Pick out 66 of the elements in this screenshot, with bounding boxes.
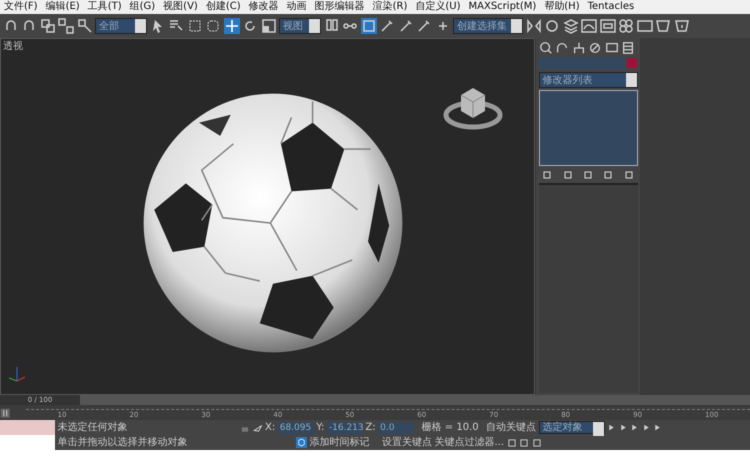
- window-crossing-icon[interactable]: [205, 18, 221, 34]
- display-tab-icon[interactable]: [604, 40, 618, 54]
- key-target-dropdown[interactable]: 选定对象: [538, 421, 605, 434]
- pivot-icon[interactable]: [324, 18, 340, 34]
- modifier-list-dropdown[interactable]: 修改器列表: [538, 72, 638, 88]
- coordinate-field[interactable]: 68.095: [278, 422, 314, 434]
- scale-icon[interactable]: [260, 18, 276, 34]
- hierarchy-tab-icon[interactable]: [572, 40, 586, 54]
- prompt-line: 单击并拖动以选择并移动对象: [58, 436, 188, 450]
- named-selection-dropdown[interactable]: 创建选择集: [453, 18, 523, 34]
- layers-icon[interactable]: [562, 18, 578, 34]
- keyboard-shortcut-icon[interactable]: [360, 18, 376, 34]
- menu-item[interactable]: 组(G): [126, 0, 160, 14]
- object-color-swatch[interactable]: [627, 58, 637, 68]
- mirror-icon[interactable]: [526, 18, 542, 34]
- menu-item[interactable]: 创建(C): [202, 0, 245, 14]
- menu-item[interactable]: 文件(F): [0, 0, 42, 14]
- modify-tab-icon[interactable]: [555, 40, 569, 54]
- viewport-label[interactable]: 透视: [1, 41, 25, 52]
- key-mode-icon[interactable]: [0, 408, 12, 420]
- create-tab-icon[interactable]: [538, 40, 552, 54]
- menu-item[interactable]: MAXScript(M): [464, 0, 540, 14]
- bind-icon[interactable]: [76, 18, 92, 34]
- snap-icon[interactable]: [379, 18, 395, 34]
- menu-item[interactable]: 渲染(R): [368, 0, 412, 14]
- menu-item[interactable]: 修改器: [244, 0, 283, 14]
- auto-key-button[interactable]: 自动关键点: [486, 420, 536, 435]
- rect-select-icon[interactable]: [186, 18, 202, 34]
- material-editor-icon[interactable]: [618, 18, 634, 34]
- render-icon[interactable]: [674, 18, 690, 34]
- play-icon[interactable]: [630, 423, 640, 432]
- menu-item[interactable]: 工具(T): [84, 0, 126, 14]
- reference-coordinate-dropdown[interactable]: 视图: [279, 18, 321, 34]
- key-filters-button[interactable]: 关键点过滤器...: [434, 435, 504, 450]
- selection-status: 未选定任何对象: [58, 420, 128, 435]
- axis-label: Y:: [316, 421, 324, 435]
- menu-item[interactable]: 图形编辑器: [310, 0, 369, 14]
- coordinate-field[interactable]: -16.213: [326, 422, 363, 434]
- modifier-stack-list[interactable]: [538, 90, 638, 166]
- object-name-field[interactable]: [538, 57, 624, 69]
- add-time-tag-button[interactable]: 添加时间标记: [310, 435, 370, 450]
- unlink-icon[interactable]: [58, 18, 74, 34]
- motion-tab-icon[interactable]: [588, 40, 602, 54]
- axis-label: X:: [265, 421, 276, 435]
- set-key-button[interactable]: 设置关键点: [382, 435, 432, 450]
- time-tag-icon[interactable]: [296, 437, 307, 448]
- menu-item[interactable]: 编辑(E): [42, 0, 84, 14]
- link-icon[interactable]: [40, 18, 56, 34]
- absolute-mode-icon[interactable]: [252, 422, 262, 432]
- maxscript-listener-field[interactable]: [0, 420, 55, 435]
- selection-filter-dropdown[interactable]: 全部: [95, 18, 147, 34]
- utilities-tab-icon[interactable]: [621, 40, 635, 54]
- curve-editor-icon[interactable]: [581, 18, 597, 34]
- schematic-view-icon[interactable]: [600, 18, 616, 34]
- maxscript-output-field[interactable]: [0, 435, 55, 450]
- menu-item[interactable]: 帮助(H): [540, 0, 584, 14]
- menu-item[interactable]: 视图(V): [159, 0, 202, 14]
- move-icon[interactable]: [224, 18, 240, 34]
- grid-size: 栅格 = 10.0: [422, 420, 479, 435]
- axis-label: Z:: [365, 421, 376, 435]
- align-icon[interactable]: [544, 18, 560, 34]
- menu-item[interactable]: 自定义(U): [411, 0, 465, 14]
- rendered-frame-icon[interactable]: [655, 18, 671, 34]
- menu-item[interactable]: 动画: [282, 0, 311, 14]
- coordinate-field[interactable]: 0.0: [378, 422, 414, 434]
- menu-item[interactable]: Tentacles: [584, 0, 638, 14]
